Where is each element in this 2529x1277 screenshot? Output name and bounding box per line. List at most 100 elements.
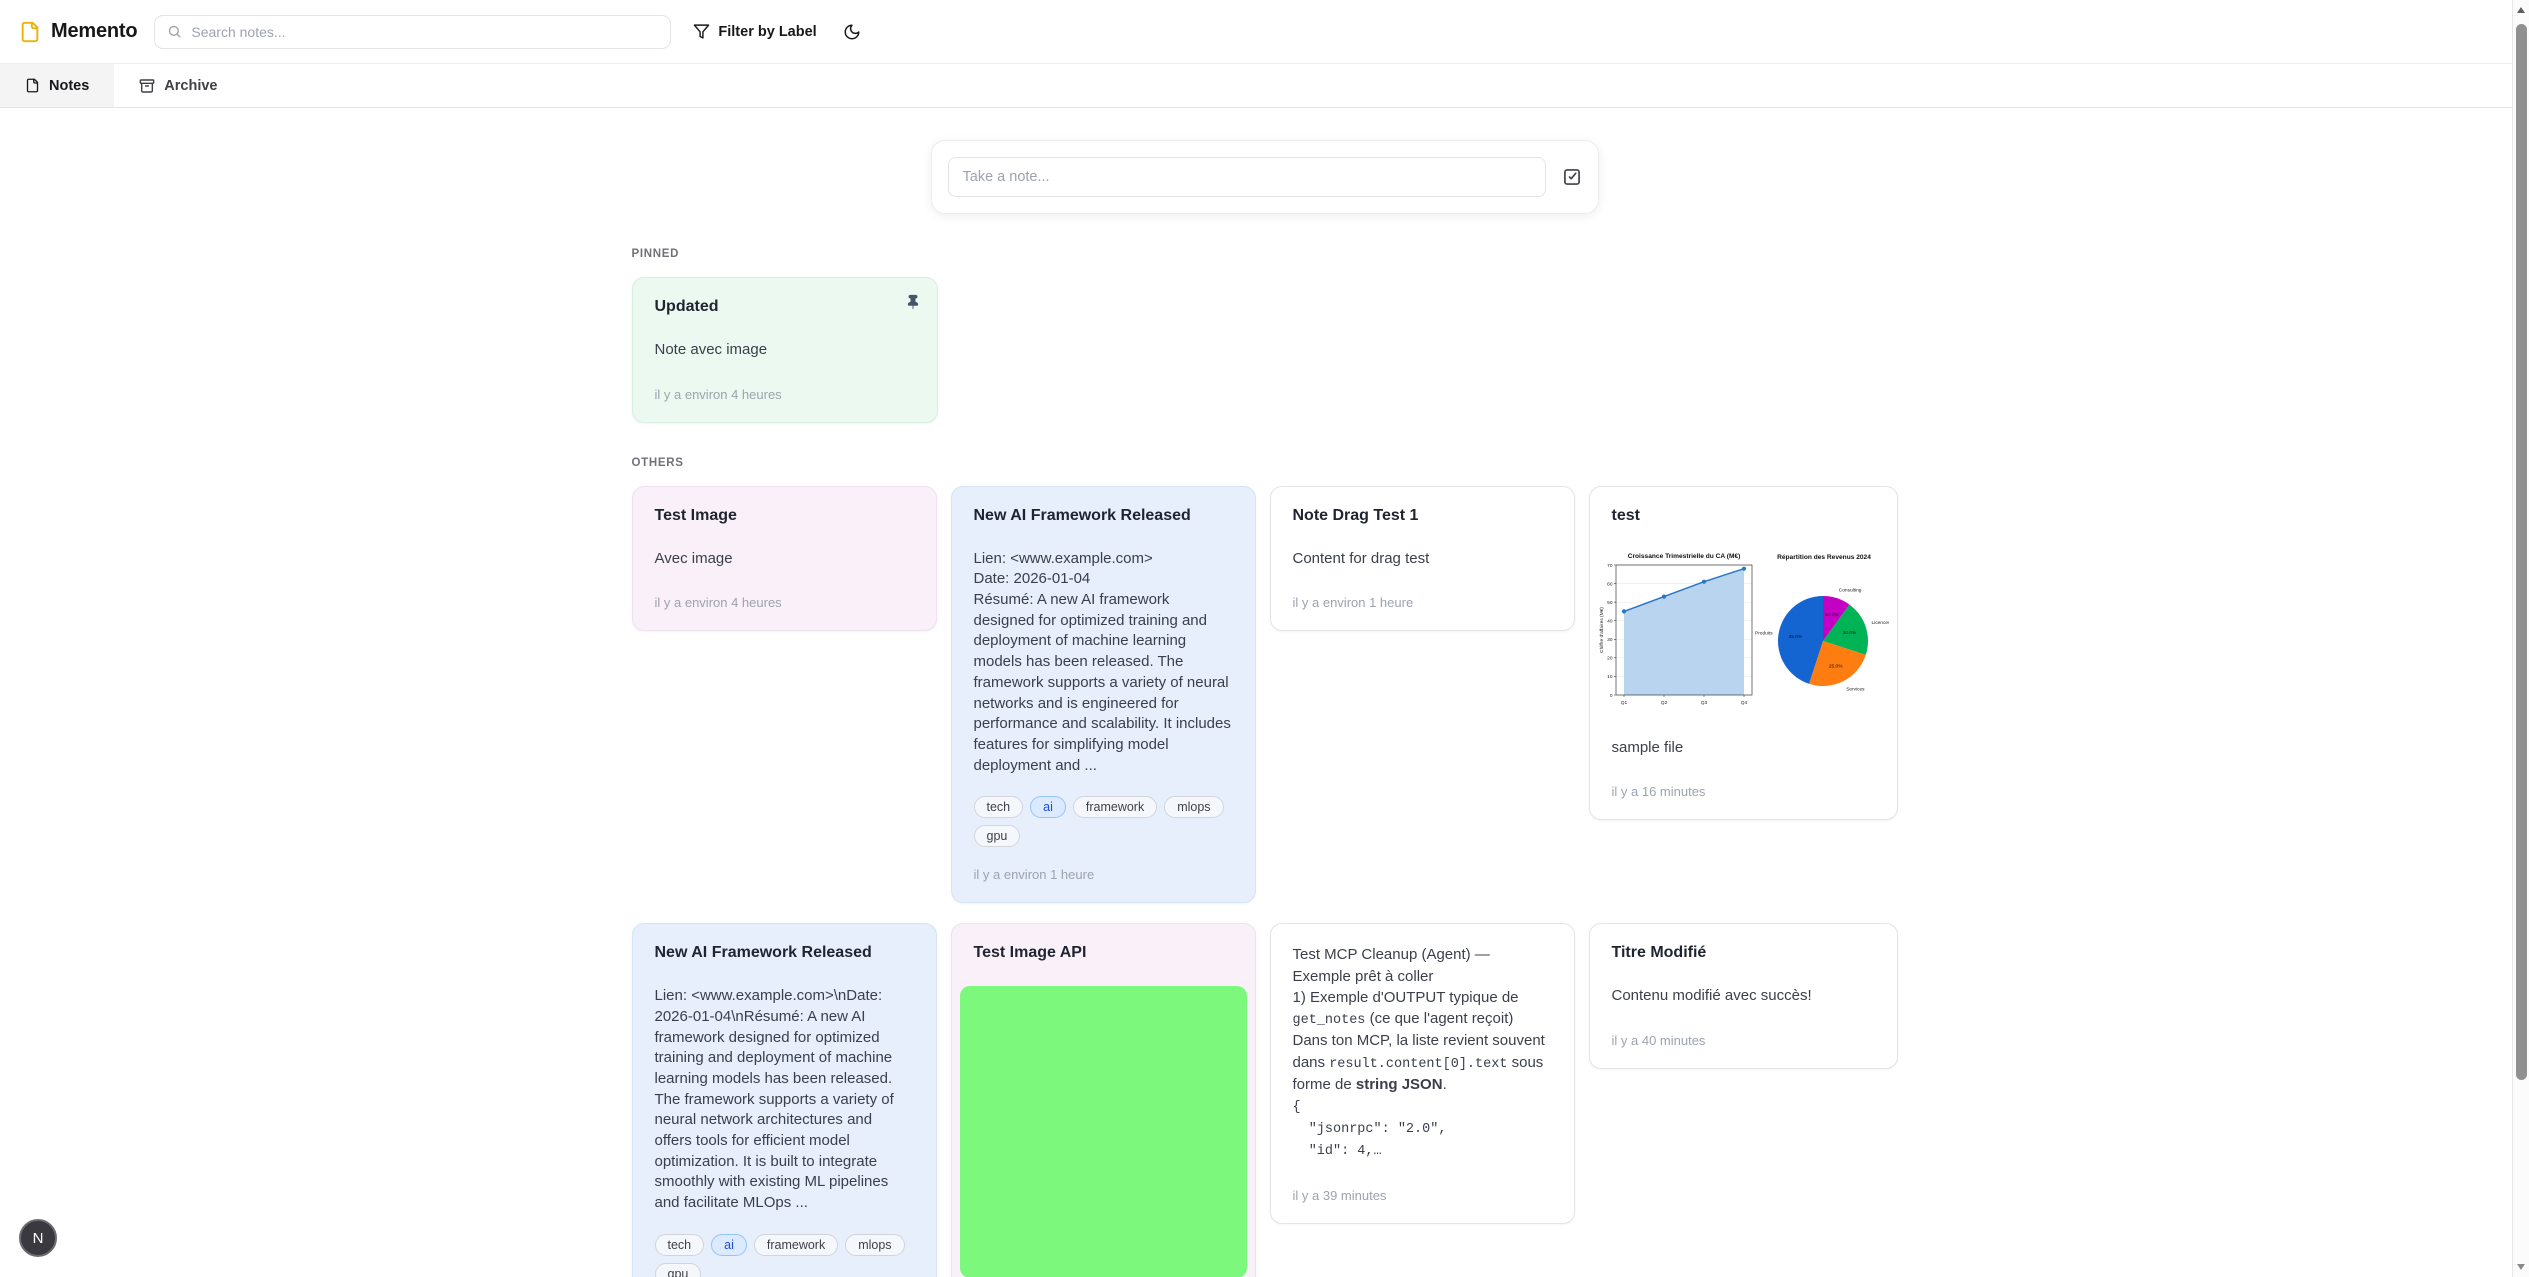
note-timestamp: il y a environ 1 heure — [974, 867, 1233, 882]
note-card-updated[interactable]: Updated Note avec image il y a environ 4… — [632, 277, 938, 423]
theme-toggle-button[interactable] — [843, 23, 861, 41]
tab-notes-label: Notes — [49, 78, 89, 94]
tab-archive[interactable]: Archive — [114, 64, 242, 107]
pinned-grid: Updated Note avec image il y a environ 4… — [632, 277, 1898, 423]
svg-text:Chiffre d'affaires (M€): Chiffre d'affaires (M€) — [1599, 606, 1605, 652]
tag-pill-gpu[interactable]: gpu — [974, 825, 1021, 847]
add-checklist-button[interactable] — [1562, 167, 1582, 187]
note-content: Note avec image — [655, 340, 915, 361]
filter-by-label-text: Filter by Label — [718, 24, 816, 40]
note-image-green — [960, 986, 1247, 1277]
scrollbar-thumb[interactable] — [2516, 24, 2527, 1080]
scrollbar-down-arrow[interactable] — [2517, 1264, 2525, 1270]
app-header: Memento Filter by Label — [0, 0, 2529, 64]
svg-text:Q4: Q4 — [1740, 700, 1747, 706]
view-tabs: Notes Archive — [0, 64, 2529, 108]
note-content: Content for drag test — [1293, 549, 1552, 570]
tab-archive-label: Archive — [164, 78, 217, 94]
tag-list: techai framework mlops gpu — [974, 796, 1233, 847]
note-card-ai-framework-1[interactable]: New AI Framework Released Lien: <www.exa… — [951, 486, 1256, 904]
tag-pill-gpu[interactable]: gpu — [655, 1263, 702, 1277]
app-title: Memento — [51, 20, 137, 43]
scrollbar-up-arrow[interactable] — [2517, 7, 2525, 13]
svg-text:Produits: Produits — [1754, 630, 1772, 636]
user-avatar-button[interactable]: N — [19, 1219, 57, 1257]
note-title: Titre Modifié — [1612, 944, 1875, 962]
funnel-icon — [693, 23, 710, 40]
note-card-mcp-cleanup[interactable]: Test MCP Cleanup (Agent) — Exemple prêt … — [1270, 923, 1575, 1223]
svg-text:20.0%: 20.0% — [1842, 630, 1856, 636]
svg-text:40: 40 — [1607, 618, 1613, 624]
revenue-pie-chart: Répartition des Revenus 202410.0%Consult… — [1758, 549, 1889, 720]
note-content: Avec image — [655, 549, 914, 570]
svg-text:Q2: Q2 — [1660, 700, 1667, 706]
tag-pill-mlops[interactable]: mlops — [845, 1234, 904, 1256]
tag-pill-framework[interactable]: framework — [1073, 796, 1157, 818]
tag-pill-mlops[interactable]: mlops — [1164, 796, 1223, 818]
note-composer — [931, 140, 1599, 214]
svg-text:45.0%: 45.0% — [1788, 634, 1802, 640]
note-timestamp: il y a environ 1 heure — [1293, 595, 1552, 610]
note-title: New AI Framework Released — [655, 944, 914, 962]
note-timestamp: il y a environ 4 heures — [655, 387, 915, 402]
note-title: New AI Framework Released — [974, 507, 1233, 525]
moon-icon — [843, 23, 861, 41]
svg-text:Services: Services — [1846, 686, 1865, 692]
note-content: sample file — [1612, 738, 1875, 759]
take-a-note-input[interactable] — [948, 157, 1546, 197]
svg-text:Q3: Q3 — [1700, 700, 1707, 706]
archive-icon — [139, 78, 155, 94]
pinned-section-label: PINNED — [632, 248, 1898, 260]
note-title: Updated — [655, 298, 915, 316]
note-title: Test Image API — [974, 944, 1233, 962]
note-title: test — [1612, 507, 1875, 525]
tag-pill-tech[interactable]: tech — [974, 796, 1024, 818]
note-card-drag-test[interactable]: Note Drag Test 1 Content for drag test i… — [1270, 486, 1575, 632]
note-content: Lien: <www.example.com>\nDate: 2026-01-0… — [655, 986, 914, 1214]
tag-pill-tech[interactable]: tech — [655, 1234, 705, 1256]
check-square-icon — [1562, 167, 1582, 187]
pin-icon[interactable] — [905, 294, 921, 315]
tag-pill-ai[interactable]: ai — [1030, 796, 1066, 818]
svg-text:Q1: Q1 — [1620, 700, 1627, 706]
search-icon — [167, 24, 182, 39]
svg-text:10: 10 — [1607, 674, 1613, 680]
note-card-titre-modifie[interactable]: Titre Modifié Contenu modifié avec succè… — [1589, 923, 1898, 1069]
note-card-test-image-api[interactable]: Test Image API — [951, 923, 1256, 1277]
app-logo: Memento — [19, 20, 137, 43]
svg-text:Croissance Trimestrielle du CA: Croissance Trimestrielle du CA (M€) — [1627, 553, 1740, 560]
note-card-test-image[interactable]: Test Image Avec image il y a environ 4 h… — [632, 486, 937, 632]
others-section-label: OTHERS — [632, 457, 1898, 469]
note-content: Contenu modifié avec succès! — [1612, 986, 1875, 1007]
svg-text:60: 60 — [1607, 581, 1613, 587]
revenue-area-chart: Croissance Trimestrielle du CA (M€) 0 10 20… — [1598, 549, 1758, 720]
tab-notes[interactable]: Notes — [0, 64, 114, 107]
svg-text:25.0%: 25.0% — [1828, 663, 1842, 669]
search-input[interactable] — [191, 24, 658, 40]
vertical-scrollbar[interactable] — [2512, 0, 2529, 1277]
svg-text:50: 50 — [1607, 600, 1613, 606]
note-title: Test Image — [655, 507, 914, 525]
search-box[interactable] — [154, 15, 671, 49]
file-icon — [25, 78, 40, 93]
svg-text:70: 70 — [1607, 562, 1613, 568]
note-timestamp: il y a 39 minutes — [1293, 1188, 1552, 1203]
note-content-rich: Test MCP Cleanup (Agent) — Exemple prêt … — [1293, 944, 1552, 1161]
notes-board: PINNED Updated Note avec image il y a en… — [0, 140, 2529, 1277]
tag-pill-framework[interactable]: framework — [754, 1234, 838, 1256]
note-file-icon — [19, 21, 41, 43]
others-grid: Test Image Avec image il y a environ 4 h… — [632, 486, 1898, 1277]
filter-by-label-button[interactable]: Filter by Label — [693, 23, 816, 40]
svg-text:Consulting: Consulting — [1838, 587, 1861, 593]
svg-text:10.0%: 10.0% — [1824, 612, 1838, 618]
note-card-ai-framework-2[interactable]: New AI Framework Released Lien: <www.exa… — [632, 923, 937, 1277]
svg-text:20: 20 — [1607, 655, 1613, 661]
tag-pill-ai[interactable]: ai — [711, 1234, 747, 1256]
note-content: Lien: <www.example.com> Date: 2026-01-04… — [974, 549, 1233, 777]
tag-list: techai framework mlops gpu — [655, 1234, 914, 1277]
note-image-charts: Croissance Trimestrielle du CA (M€) 0 10 20… — [1598, 549, 1889, 720]
svg-text:30: 30 — [1607, 637, 1613, 643]
note-timestamp: il y a environ 4 heures — [655, 595, 914, 610]
svg-text:0: 0 — [1609, 692, 1612, 698]
note-card-test-charts[interactable]: test Croissance Trimestrielle du CA (M€)… — [1589, 486, 1898, 821]
